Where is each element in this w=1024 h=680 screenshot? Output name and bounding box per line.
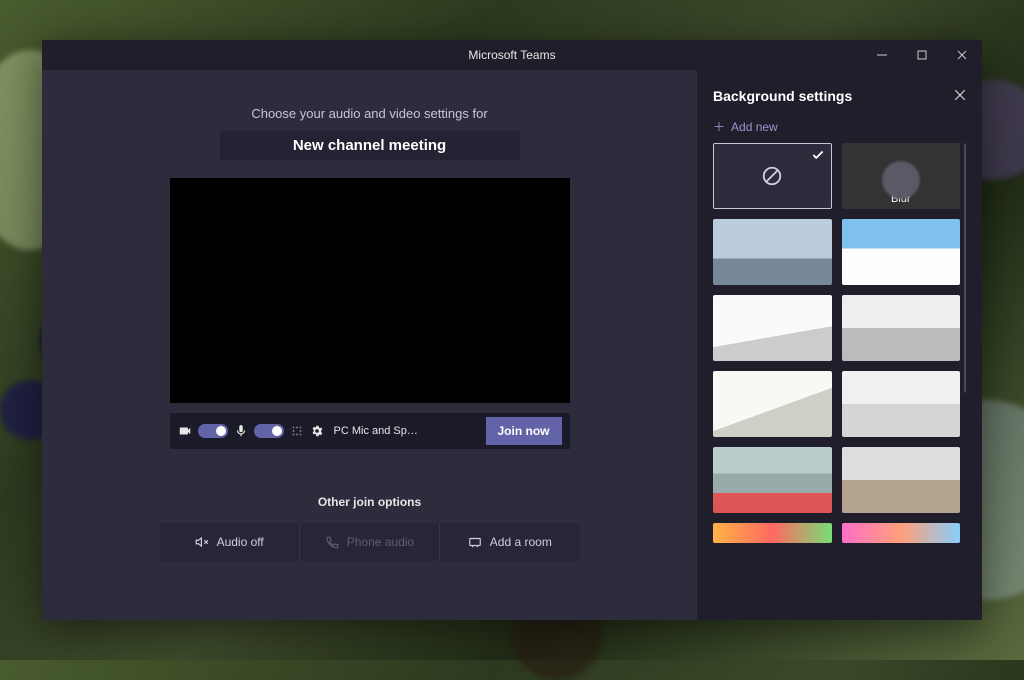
background-option-image[interactable] [713, 219, 832, 285]
microphone-icon [234, 424, 248, 438]
title-bar: Microsoft Teams [42, 40, 982, 70]
background-settings-panel: Background settings ＋ Add new [697, 70, 982, 620]
device-settings-icon[interactable] [310, 424, 324, 438]
add-room-label: Add a room [490, 535, 552, 549]
add-new-label: Add new [731, 120, 778, 134]
room-icon [468, 535, 482, 549]
blur-label: Blur [891, 193, 911, 205]
phone-audio-option[interactable]: Phone audio [300, 523, 440, 561]
minimize-button[interactable] [862, 40, 902, 70]
add-new-background-button[interactable]: ＋ Add new [713, 118, 966, 135]
background-option-image[interactable] [713, 295, 832, 361]
app-window: Microsoft Teams Choose your audio and vi… [42, 40, 982, 620]
other-join-options: Audio off Phone audio Add a room [160, 523, 580, 561]
background-option-image[interactable] [842, 523, 961, 543]
background-option-image[interactable] [842, 447, 961, 513]
join-now-button[interactable]: Join now [486, 417, 562, 445]
audio-off-option[interactable]: Audio off [160, 523, 300, 561]
background-thumbnails-grid: Blur [713, 143, 966, 543]
background-option-none[interactable] [713, 143, 832, 209]
background-option-blur[interactable]: Blur [842, 143, 961, 209]
camera-icon [178, 424, 192, 438]
window-controls [862, 40, 982, 70]
device-label[interactable]: PC Mic and Sp… [334, 425, 480, 437]
phone-icon [325, 535, 339, 549]
other-options-heading: Other join options [318, 495, 421, 509]
plus-icon: ＋ [713, 118, 725, 135]
video-preview [170, 178, 570, 403]
microphone-toggle[interactable] [254, 424, 284, 438]
device-control-bar: PC Mic and Sp… Join now [170, 413, 570, 449]
background-effects-icon[interactable] [290, 424, 304, 438]
background-option-image[interactable] [713, 447, 832, 513]
scrollbar-thumb[interactable] [964, 143, 966, 393]
background-option-image[interactable] [842, 219, 961, 285]
meeting-name-field[interactable]: New channel meeting [220, 131, 520, 160]
close-panel-button[interactable] [954, 88, 966, 104]
maximize-button[interactable] [902, 40, 942, 70]
camera-toggle[interactable] [198, 424, 228, 438]
background-settings-title: Background settings [713, 88, 852, 104]
phone-audio-label: Phone audio [347, 535, 414, 549]
prejoin-panel: Choose your audio and video settings for… [42, 70, 697, 620]
background-option-image[interactable] [713, 371, 832, 437]
none-icon [761, 165, 783, 187]
add-room-option[interactable]: Add a room [440, 523, 579, 561]
app-title: Microsoft Teams [468, 48, 555, 62]
background-option-image[interactable] [842, 295, 961, 361]
blur-avatar-icon [888, 161, 914, 187]
settings-prompt: Choose your audio and video settings for [251, 106, 487, 121]
checkmark-icon [811, 148, 825, 167]
close-button[interactable] [942, 40, 982, 70]
background-option-image[interactable] [713, 523, 832, 543]
audio-off-label: Audio off [217, 535, 264, 549]
speaker-mute-icon [195, 535, 209, 549]
background-option-image[interactable] [842, 371, 961, 437]
